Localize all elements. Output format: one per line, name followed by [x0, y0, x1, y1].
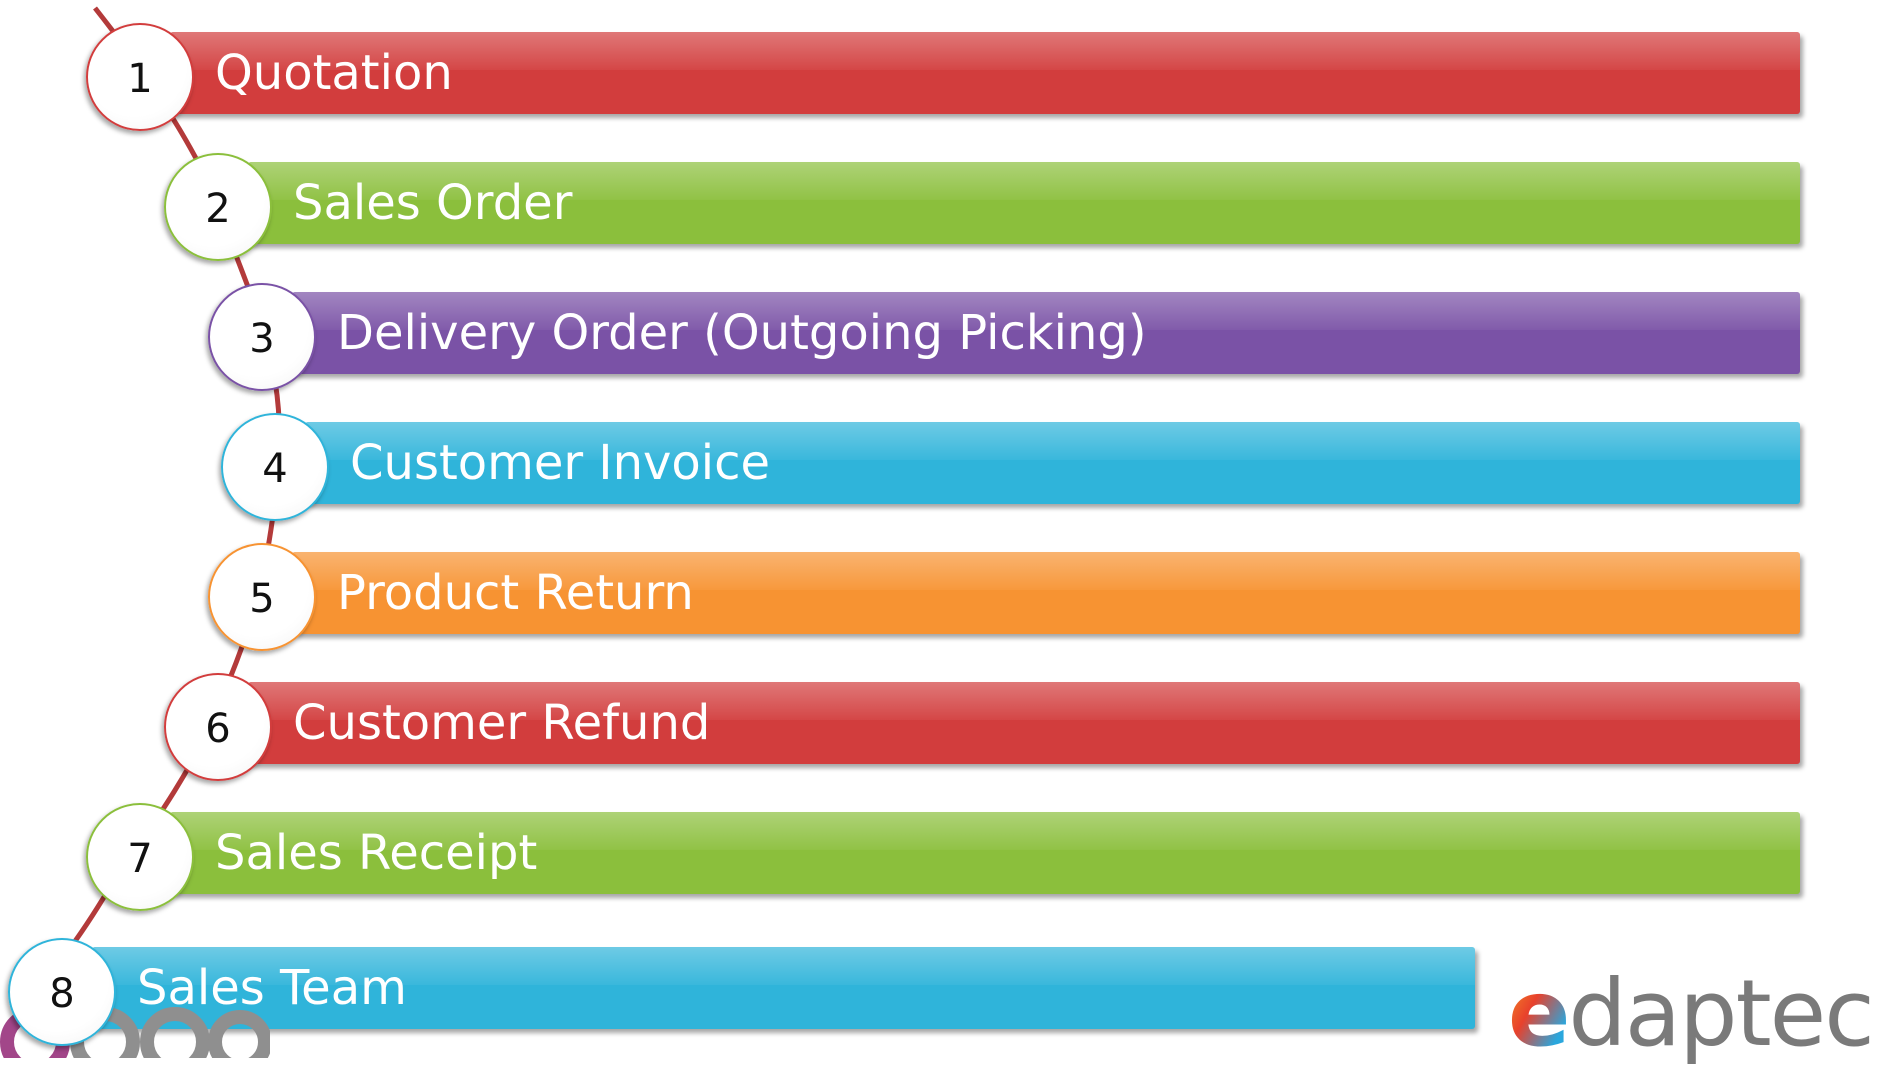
step-bar-3: Delivery Order (Outgoing Picking)	[292, 292, 1800, 374]
step-bar-4: Customer Invoice	[305, 422, 1800, 504]
step-bar-5: Product Return	[292, 552, 1800, 634]
step-bar-8: Sales Team	[92, 947, 1475, 1029]
step-bar-7: Sales Receipt	[170, 812, 1800, 894]
step-number-circle-2: 2	[164, 153, 272, 261]
step-bar-2: Sales Order	[248, 162, 1800, 244]
step-number-circle-5: 5	[208, 543, 316, 651]
step-bar-1: Quotation	[170, 32, 1800, 114]
step-label-1: Quotation	[215, 45, 453, 101]
step-number-5: 5	[249, 576, 275, 622]
step-label-6: Customer Refund	[293, 695, 711, 751]
edaptec-e-mark: e	[1508, 960, 1570, 1067]
step-number-circle-3: 3	[208, 283, 316, 391]
step-number-8: 8	[49, 971, 75, 1017]
step-number-circle-7: 7	[86, 803, 194, 911]
step-number-1: 1	[127, 56, 153, 102]
step-number-6: 6	[205, 706, 231, 752]
edaptec-logo-rest: daptec	[1568, 960, 1874, 1067]
step-label-2: Sales Order	[293, 175, 573, 231]
step-number-circle-4: 4	[221, 413, 329, 521]
step-number-4: 4	[262, 446, 288, 492]
step-label-4: Customer Invoice	[350, 435, 771, 491]
step-number-7: 7	[127, 836, 153, 882]
sales-process-diagram: Quotation 1 Sales Order 2 Delivery Order (Ou…	[0, 0, 1879, 1067]
step-label-5: Product Return	[337, 565, 694, 621]
step-label-3: Delivery Order (Outgoing Picking)	[337, 305, 1147, 361]
step-number-2: 2	[205, 186, 231, 232]
step-number-3: 3	[249, 316, 275, 362]
edaptec-logo-text: edaptec	[1508, 960, 1875, 1067]
connector-curve	[62, 6, 282, 957]
step-label-7: Sales Receipt	[215, 825, 538, 881]
edaptec-logo: edaptec	[1508, 960, 1879, 1067]
step-number-circle-1: 1	[86, 23, 194, 131]
step-number-circle-6: 6	[164, 673, 272, 781]
step-number-circle-8: 8	[8, 938, 116, 1046]
step-bar-6: Customer Refund	[248, 682, 1800, 764]
step-label-8: Sales Team	[137, 960, 407, 1016]
